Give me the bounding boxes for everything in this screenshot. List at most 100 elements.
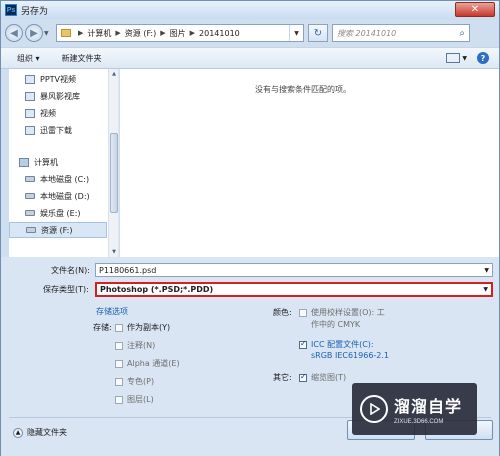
- as-copy-checkbox[interactable]: 作为副本(Y): [115, 322, 170, 333]
- spot-colors-checkbox[interactable]: 专色(P): [115, 376, 154, 387]
- breadcrumb-computer[interactable]: 计算机: [87, 28, 111, 39]
- sidebar-item-drive-f[interactable]: 资源 (F:): [9, 222, 107, 238]
- play-icon: [360, 395, 388, 423]
- sidebar-item-label: 娱乐盘 (E:): [40, 208, 81, 218]
- sidebar-item-videos[interactable]: 视频: [9, 105, 107, 121]
- drive-icon: [26, 227, 36, 233]
- icc-profile-value: sRGB IEC61966-2.1: [311, 351, 390, 360]
- scroll-down-icon[interactable]: ▼: [109, 247, 119, 257]
- filename-value: P1180661.psd: [99, 265, 157, 275]
- save-label: 存储:: [93, 323, 112, 332]
- checkbox-box[interactable]: [115, 359, 123, 368]
- save-options-link[interactable]: 存储选项: [96, 306, 128, 317]
- proof-setup-checkbox[interactable]: 使用校样设置(O): 工: [299, 307, 385, 318]
- thumbnail-label: 缩览图(T): [311, 373, 347, 382]
- checkbox-box-checked[interactable]: [299, 339, 307, 349]
- empty-results-message: 没有与搜索条件匹配的项。: [255, 85, 351, 94]
- view-dropdown-icon[interactable]: ▼: [462, 55, 467, 62]
- organize-button[interactable]: 组织 ▾: [17, 53, 40, 64]
- thumbnail-checkbox[interactable]: 缩览图(T): [299, 372, 346, 383]
- checkbox-box[interactable]: [115, 395, 123, 404]
- chevron-right-icon[interactable]: ▶: [115, 29, 120, 37]
- toolbar-right: ▼ ?: [446, 52, 499, 64]
- chevron-right-icon[interactable]: ▶: [160, 29, 165, 37]
- chevron-down-icon[interactable]: ▼: [484, 267, 489, 274]
- sidebar-item-label: 暴风影视库: [40, 91, 80, 101]
- folder-icon: [61, 29, 71, 37]
- sidebar-item-baofeng[interactable]: 暴风影视库: [9, 88, 107, 104]
- sidebar-item-label: 本地磁盘 (D:): [40, 191, 90, 201]
- sidebar-item-drive-c[interactable]: 本地磁盘 (C:): [9, 171, 107, 187]
- proof-setup-label-line2: 作中的 CMYK: [311, 320, 361, 329]
- search-input[interactable]: 搜索 20141010 ⌕: [332, 24, 470, 42]
- annotations-checkbox[interactable]: 注释(N): [115, 340, 155, 351]
- sidebar-item-drive-d[interactable]: 本地磁盘 (D:): [9, 188, 107, 204]
- checkbox-box-checked[interactable]: [299, 372, 307, 382]
- sidebar-item-label: 迅雷下载: [40, 125, 72, 135]
- file-type-value: Photoshop (*.PSD;*.PDD): [100, 285, 214, 294]
- navigation-pane: PPTV视频 暴风影视库 视频 迅雷下载 计算机 本地磁盘 (C:) 本地磁盘 …: [9, 69, 119, 257]
- filename-label: 文件名(N):: [51, 266, 90, 275]
- recent-pages-dropdown-icon[interactable]: ▼: [44, 30, 52, 37]
- chevron-right-icon[interactable]: ▶: [78, 29, 83, 37]
- view-options-icon[interactable]: [446, 53, 461, 63]
- drive-icon: [25, 176, 35, 182]
- hide-folders-label: 隐藏文件夹: [27, 428, 67, 437]
- alpha-channels-label: Alpha 通道(E): [127, 359, 180, 368]
- breadcrumb-pictures[interactable]: 图片: [170, 28, 186, 39]
- color-label: 颜色:: [273, 308, 292, 317]
- icc-profile-label: ICC 配置文件(C):: [311, 340, 374, 349]
- download-folder-icon: [25, 125, 35, 135]
- checkbox-box[interactable]: [115, 377, 123, 386]
- watermark-main-text: 溜溜自学: [394, 397, 463, 416]
- close-button[interactable]: ✕: [455, 2, 495, 17]
- forward-button[interactable]: ▶: [25, 24, 43, 42]
- sidebar-item-label: 计算机: [34, 157, 58, 167]
- watermark-text: 溜溜自学 ZIXUE.3D66.COM: [394, 393, 462, 425]
- chevron-right-icon[interactable]: ▶: [190, 29, 195, 37]
- sidebar-item-thunder-downloads[interactable]: 迅雷下载: [9, 122, 107, 138]
- sidebar-scrollbar[interactable]: ▲ ▼: [108, 69, 118, 257]
- breadcrumb-20141010[interactable]: 20141010: [199, 29, 240, 38]
- scrollbar-thumb[interactable]: [110, 133, 118, 213]
- watermark-sub-text: ZIXUE.3D66.COM: [394, 419, 444, 425]
- filename-field[interactable]: P1180661.psd ▼: [95, 263, 493, 277]
- videos-icon: [25, 108, 35, 118]
- sidebar-item-drive-e[interactable]: 娱乐盘 (E:): [9, 205, 107, 221]
- address-bar[interactable]: ▶ 计算机 ▶ 资源 (F:) ▶ 图片 ▶ 20141010 ▼: [56, 24, 304, 42]
- sidebar-item-pptv[interactable]: PPTV视频: [9, 71, 107, 87]
- title-bar: Ps 另存为 ✕: [1, 1, 499, 19]
- refresh-button[interactable]: ↻: [308, 24, 328, 42]
- icc-profile-checkbox[interactable]: ICC 配置文件(C):: [299, 339, 374, 350]
- new-folder-button[interactable]: 新建文件夹: [62, 53, 102, 64]
- search-icon[interactable]: ⌕: [459, 28, 465, 39]
- chevron-up-icon: ▲: [13, 427, 23, 438]
- layers-checkbox[interactable]: 图层(L): [115, 394, 154, 405]
- spot-colors-label: 专色(P): [127, 377, 155, 386]
- help-icon[interactable]: ?: [477, 52, 489, 64]
- toolbar: 组织 ▾ 新建文件夹 ▼ ?: [1, 47, 499, 69]
- address-dropdown-icon[interactable]: ▼: [289, 25, 303, 41]
- alpha-channels-checkbox[interactable]: Alpha 通道(E): [115, 358, 180, 369]
- watermark-logo: 溜溜自学 ZIXUE.3D66.COM: [352, 383, 477, 435]
- back-button[interactable]: ◀: [5, 24, 23, 42]
- video-library-icon: [25, 91, 35, 101]
- drive-icon: [25, 193, 35, 199]
- sidebar-item-computer[interactable]: 计算机: [9, 154, 107, 170]
- other-label: 其它:: [273, 373, 292, 382]
- file-list-area[interactable]: 没有与搜索条件匹配的项。: [120, 69, 499, 257]
- file-type-label: 保存类型(T):: [43, 285, 89, 294]
- checkbox-box[interactable]: [299, 308, 307, 317]
- video-folder-icon: [25, 74, 35, 84]
- sidebar-item-label: 资源 (F:): [41, 225, 73, 235]
- as-copy-label: 作为副本(Y): [127, 323, 171, 332]
- chevron-down-icon[interactable]: ▼: [483, 286, 488, 293]
- breadcrumb-drive-f[interactable]: 资源 (F:): [125, 28, 156, 39]
- file-type-select[interactable]: Photoshop (*.PSD;*.PDD) ▼: [95, 282, 493, 297]
- scroll-up-icon[interactable]: ▲: [109, 69, 119, 79]
- computer-icon: [19, 157, 29, 167]
- checkbox-box[interactable]: [115, 323, 123, 332]
- hide-folders-button[interactable]: ▲ 隐藏文件夹: [13, 427, 67, 438]
- checkbox-box[interactable]: [115, 341, 123, 350]
- sidebar-item-label: 视频: [40, 108, 56, 118]
